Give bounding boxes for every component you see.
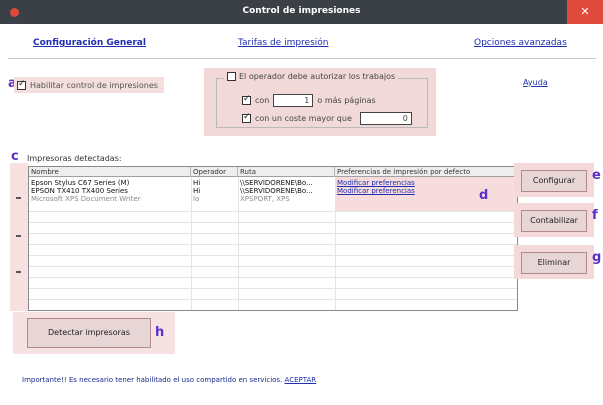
column-divider xyxy=(238,177,239,310)
marker-c: c xyxy=(11,149,19,164)
tab-bar: Configuración General Tarifas de impresi… xyxy=(0,38,603,52)
column-divider xyxy=(191,177,192,310)
detect-printers-button[interactable]: Detectar impresoras xyxy=(27,318,151,348)
table-row[interactable]: Microsoft XPS Document Writer lo XPSPORT… xyxy=(29,195,517,203)
marker-f: f xyxy=(592,208,598,223)
modify-preferences-link[interactable]: Modificar preferencias xyxy=(335,187,517,195)
tab-tarifas[interactable]: Tarifas de impresión xyxy=(238,38,329,48)
accounting-button[interactable]: Contabilizar xyxy=(521,210,587,232)
printer-operator: Hi xyxy=(193,179,201,187)
printers-table: Nombre Operador Ruta Preferencias de imp… xyxy=(28,166,518,311)
grid-line xyxy=(29,277,517,278)
cost-input[interactable]: 0 xyxy=(359,112,412,125)
row-selector-strip xyxy=(10,163,28,311)
grid-line xyxy=(29,299,517,300)
printer-operator: Hi xyxy=(193,187,201,195)
enable-control-row[interactable]: Habilitar control de impresiones xyxy=(14,77,164,93)
operator-authorize-checkbox[interactable] xyxy=(227,72,236,81)
help-link[interactable]: Ayuda xyxy=(523,78,548,87)
table-header: Nombre Operador Ruta Preferencias de imp… xyxy=(29,167,517,177)
marker-e: e xyxy=(592,168,601,183)
grid-line xyxy=(29,266,517,267)
printer-path: XPSPORT, XPS xyxy=(240,195,290,203)
marker-h: h xyxy=(155,325,165,340)
grid-line xyxy=(29,288,517,289)
table-row[interactable]: Epson Stylus C67 Series (M) Hi \\SERVIDO… xyxy=(29,179,517,187)
column-header-path[interactable]: Ruta xyxy=(238,167,335,177)
operator-authorize-label: El operador debe autorizar los trabajos xyxy=(239,72,396,81)
column-header-name[interactable]: Nombre xyxy=(29,167,191,177)
column-divider xyxy=(335,177,336,310)
footer-note: Importante!! Es necesario tener habilita… xyxy=(22,376,316,384)
window-title: Control de impresiones xyxy=(242,6,361,16)
footer-text: Importante!! Es necesario tener habilita… xyxy=(22,376,283,384)
cost-row: con un coste mayor que 0 xyxy=(242,112,412,125)
printers-label: Impresoras detectadas: xyxy=(27,154,122,163)
modify-preferences-link[interactable]: Modificar preferencias xyxy=(335,179,517,187)
printer-operator: lo xyxy=(193,195,200,203)
grid-line xyxy=(29,255,517,256)
strip-tick xyxy=(16,271,21,273)
cost-label: con un coste mayor que xyxy=(255,114,352,123)
grid-line xyxy=(29,244,517,245)
marker-d: d xyxy=(479,188,489,203)
close-button[interactable]: ✕ xyxy=(567,0,603,24)
cost-checkbox[interactable] xyxy=(242,112,251,123)
group-legend[interactable]: El operador debe autorizar los trabajos xyxy=(224,72,399,81)
table-row[interactable]: EPSON TX410 TX400 Series Hi \\SERVIDOREN… xyxy=(29,187,517,195)
tab-opciones[interactable]: Opciones avanzadas xyxy=(474,38,567,48)
pages-prefix: con xyxy=(255,96,270,105)
grid-line xyxy=(29,211,517,212)
grid-line xyxy=(29,233,517,234)
column-header-preferences[interactable]: Preferencias de impresión por defecto xyxy=(335,167,517,177)
printer-path: \\SERVIDORENE\Bo... xyxy=(240,187,313,195)
pages-input[interactable]: 1 xyxy=(273,94,314,107)
pages-row: con 1 o más páginas xyxy=(242,94,376,107)
printer-name: Epson Stylus C67 Series (M) xyxy=(31,179,130,187)
modify-preferences-link[interactable] xyxy=(335,195,517,203)
column-header-operator[interactable]: Operador xyxy=(191,167,238,177)
configure-button[interactable]: Configurar xyxy=(521,170,587,192)
printer-path: \\SERVIDORENE\Bo... xyxy=(240,179,313,187)
tab-divider xyxy=(8,58,596,59)
authorization-group: El operador debe autorizar los trabajos … xyxy=(204,68,436,136)
enable-control-label: Habilitar control de impresiones xyxy=(30,80,158,90)
enable-control-checkbox[interactable] xyxy=(17,79,26,90)
grid-line xyxy=(29,222,517,223)
strip-tick xyxy=(16,235,21,237)
footer-link[interactable]: ACEPTAR xyxy=(285,376,317,384)
marker-g: g xyxy=(592,250,602,265)
title-bar: Control de impresiones ✕ xyxy=(0,0,603,24)
tab-general[interactable]: Configuración General xyxy=(33,38,146,48)
delete-button[interactable]: Eliminar xyxy=(521,252,587,274)
strip-tick xyxy=(16,197,21,199)
printer-name: EPSON TX410 TX400 Series xyxy=(31,187,128,195)
pages-checkbox[interactable] xyxy=(242,94,251,105)
printer-name: Microsoft XPS Document Writer xyxy=(31,195,141,203)
pages-suffix: o más páginas xyxy=(317,96,376,105)
